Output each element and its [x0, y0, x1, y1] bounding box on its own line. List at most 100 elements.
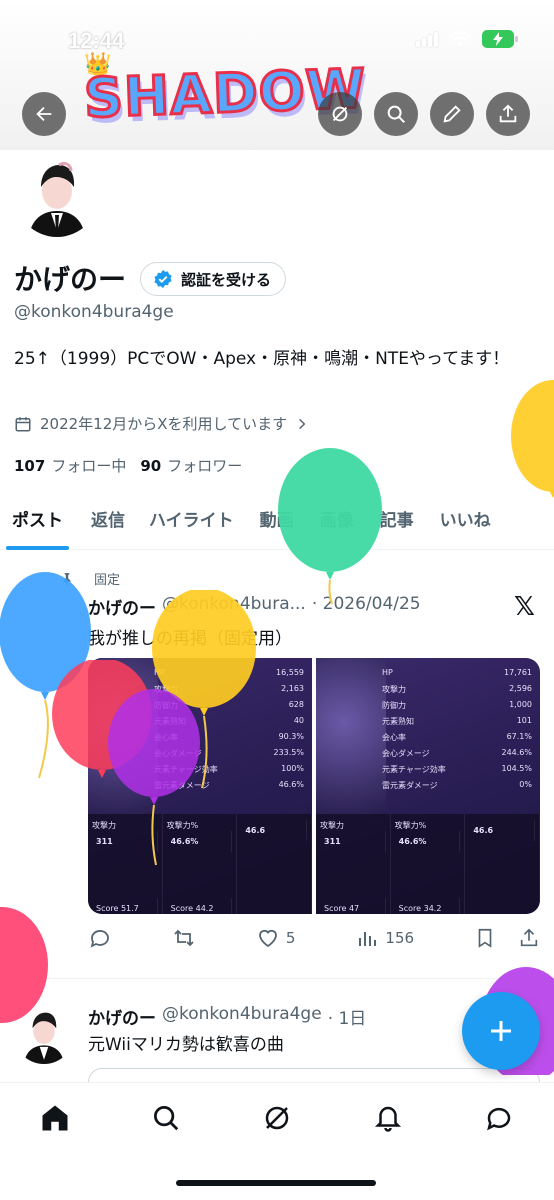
stat-row: 元素チャージ効率 104.5% — [382, 764, 532, 780]
nav-grok[interactable] — [260, 1101, 294, 1135]
tab-replies[interactable]: 返信 — [91, 494, 125, 550]
stat-value: 2,596 — [509, 684, 532, 693]
nav-home[interactable] — [38, 1101, 72, 1135]
stat-label: 雷元素ダメージ — [382, 781, 438, 790]
like-button[interactable]: 5 — [256, 926, 296, 950]
stat-value: 0% — [519, 780, 532, 789]
post-author[interactable]: かげのー — [88, 1004, 156, 1029]
stat-row: 攻撃力 2,596 — [382, 684, 532, 700]
home-indicator — [176, 1180, 376, 1186]
artifact-slot: 攻撃力% 46.6% Score 34.2 — [391, 814, 466, 914]
home-icon — [42, 1105, 68, 1131]
balloon-purple-decoration — [108, 689, 200, 866]
chevron-right-icon — [299, 418, 306, 429]
stat-row: 会心率 67.1% — [382, 732, 532, 748]
plus-icon — [491, 1021, 511, 1041]
stat-value: 17,761 — [504, 668, 532, 677]
grok-icon — [332, 106, 348, 122]
views-button[interactable]: 156 — [355, 926, 414, 950]
share-button[interactable] — [486, 92, 530, 136]
search-icon — [154, 1106, 179, 1131]
stat-label: 元素熟知 — [382, 717, 414, 726]
post-author[interactable]: かげのー — [88, 594, 156, 619]
character-art — [316, 658, 386, 818]
stat-value: 244.6% — [501, 748, 532, 757]
post-text: 元Wiiマリカ勢は歓喜の曲 — [88, 1035, 284, 1055]
joined-date[interactable]: 2022年12月からXを利用しています — [14, 413, 309, 434]
heart-icon — [259, 929, 277, 948]
followers-count: 90 — [140, 457, 162, 475]
artifact-slot: 攻撃力 311 Score 47 — [316, 814, 391, 914]
followers-label: フォロワー — [167, 457, 243, 475]
post-time: · 1日 — [327, 1009, 367, 1029]
balloon-yellow-decoration — [511, 380, 554, 498]
tab-posts[interactable]: ポスト — [6, 494, 69, 550]
stat-value: 101 — [516, 716, 532, 725]
stat-label: 会心ダメージ — [382, 749, 430, 758]
like-count: 5 — [285, 929, 296, 947]
edit-button[interactable] — [430, 92, 474, 136]
stat-label: 元素チャージ効率 — [382, 765, 446, 774]
search-icon — [387, 105, 405, 123]
compose-post-button[interactable] — [462, 992, 540, 1070]
profile-handle: @konkon4bura4ge — [14, 302, 174, 322]
reply-icon — [90, 930, 109, 948]
repost-icon — [174, 929, 194, 947]
artifact-row: 攻撃力 311 Score 47 攻撃力% 46.6% Score 34.2 46.6 — [316, 814, 540, 914]
tab-likes[interactable]: いいね — [440, 494, 491, 550]
verified-badge-icon — [154, 269, 172, 289]
views-icon — [359, 932, 377, 946]
grok-button[interactable] — [318, 92, 362, 136]
search-button[interactable] — [374, 92, 418, 136]
nav-messages[interactable] — [482, 1101, 516, 1135]
stat-value: 1,000 — [509, 700, 532, 709]
bookmark-icon[interactable] — [474, 927, 496, 949]
followers-link[interactable]: 90 フォロワー — [140, 455, 242, 476]
media-image-right[interactable]: HP 17,761 攻撃力 2,596 防御力 1,000 元素熟知 101 会心率 67.1% 会… — [316, 658, 540, 914]
get-verified-button[interactable]: 認証を受ける — [140, 262, 287, 296]
stat-label: HP — [382, 668, 393, 677]
x-logo-icon: 𝕏 — [514, 592, 535, 622]
stat-row: 元素熟知 101 — [382, 716, 532, 732]
pinned-label: 固定 — [94, 573, 121, 588]
post-header: かげのー @konkon4bura4ge · 1日 — [88, 1004, 366, 1029]
artifact-slot: 46.6 — [465, 814, 540, 914]
repost-button[interactable] — [172, 926, 196, 950]
stat-value: 104.5% — [501, 764, 532, 773]
post-actions: 5 156 — [88, 926, 540, 950]
status-bar: 12:44 — [0, 0, 554, 54]
arrow-left-icon — [36, 106, 52, 122]
profile-name: かげのー — [14, 263, 127, 296]
profile-avatar[interactable] — [12, 150, 102, 240]
stat-value: 67.1% — [506, 732, 532, 741]
joined-label: 2022年12月からXを利用しています — [40, 415, 288, 433]
secondary-actions — [474, 927, 540, 949]
artifact-slot: 46.6 — [237, 814, 313, 914]
following-label: フォロー中 — [51, 457, 127, 475]
share-icon — [499, 104, 517, 123]
reply-button[interactable] — [88, 926, 112, 950]
stat-value: 16,559 — [276, 668, 304, 677]
status-time: 12:44 — [68, 28, 125, 53]
profile-bio: 25↑（1999）PCでOW・Apex・原神・鳴潮・NTEやってます！ — [14, 349, 510, 369]
nav-notifications[interactable] — [371, 1101, 405, 1135]
stat-row: 防御力 1,000 — [382, 700, 532, 716]
stat-value: 46.6% — [278, 780, 304, 789]
wifi-icon — [449, 31, 471, 47]
stat-value: 2,163 — [281, 684, 304, 693]
following-link[interactable]: 107 フォロー中 — [14, 455, 126, 476]
character-stats: HP 17,761 攻撃力 2,596 防御力 1,000 元素熟知 101 会心率 67.1% 会… — [382, 668, 532, 796]
back-button[interactable] — [22, 92, 66, 136]
share-icon[interactable] — [518, 927, 540, 949]
battery-icon — [482, 30, 518, 48]
tab-highlights[interactable]: ハイライト — [149, 494, 234, 550]
stat-value: 100% — [281, 764, 304, 773]
stat-label: 会心率 — [382, 733, 406, 742]
view-count: 156 — [385, 929, 415, 947]
nav-search[interactable] — [149, 1101, 183, 1135]
stat-value: 628 — [288, 700, 304, 709]
stat-row: HP 17,761 — [382, 668, 532, 684]
post-handle[interactable]: @konkon4bura4ge — [162, 1004, 322, 1029]
status-icons — [416, 30, 518, 48]
stat-label: 防御力 — [382, 701, 406, 710]
